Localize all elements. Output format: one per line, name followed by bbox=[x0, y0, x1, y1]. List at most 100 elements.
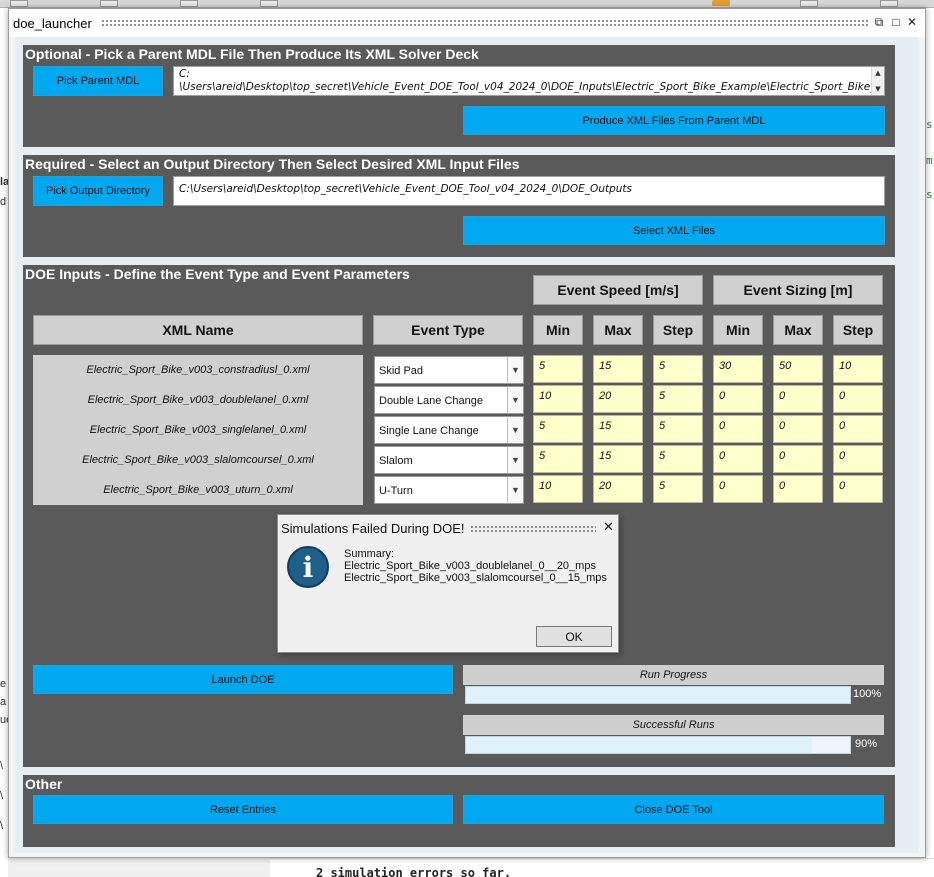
xml-name-cell: Electric_Sport_Bike_v003_slalomcoursel_0… bbox=[33, 445, 363, 475]
sizing-min-input[interactable]: 30 bbox=[713, 355, 763, 383]
chevron-down-icon: ▼ bbox=[511, 455, 520, 465]
event-type-select[interactable]: Skid Pad ▼ bbox=[374, 356, 524, 384]
dialog-message: Summary: Electric_Sport_Bike_v003_double… bbox=[344, 548, 607, 584]
event-type-value: Single Lane Change bbox=[379, 425, 479, 437]
speed-min-input[interactable]: 10 bbox=[533, 475, 583, 503]
select-xml-files-button[interactable]: Select XML Files bbox=[463, 216, 885, 245]
run-progress-percent: 100% bbox=[853, 688, 882, 700]
background-window-toolbar bbox=[0, 0, 934, 8]
produce-xml-button[interactable]: Produce XML Files From Parent MDL bbox=[463, 106, 885, 135]
speed-min-input[interactable]: 5 bbox=[533, 415, 583, 443]
restore-icon[interactable]: ⧉ bbox=[872, 15, 886, 29]
maximize-icon[interactable]: □ bbox=[889, 15, 903, 29]
other-group-title: Other bbox=[25, 776, 63, 792]
event-type-select[interactable]: U-Turn ▼ bbox=[374, 476, 524, 504]
background-toolbar-button bbox=[260, 0, 278, 7]
sizing-step-input[interactable]: 0 bbox=[833, 415, 883, 443]
speed-step-input[interactable]: 5 bbox=[653, 475, 703, 503]
xml-name-list: Electric_Sport_Bike_v003_constradiusl_0.… bbox=[33, 355, 363, 505]
event-type-select[interactable]: Single Lane Change ▼ bbox=[374, 416, 524, 444]
pick-output-directory-button[interactable]: Pick Output Directory bbox=[33, 176, 163, 206]
background-text: \ bbox=[0, 820, 4, 832]
chevron-down-icon: ▼ bbox=[511, 395, 520, 405]
sizing-max-input[interactable]: 50 bbox=[773, 355, 823, 383]
dialog-failed-run: Electric_Sport_Bike_v003_slalomcoursel_0… bbox=[344, 572, 607, 584]
background-text: m bbox=[926, 154, 933, 167]
xml-name-cell: Electric_Sport_Bike_v003_doublelanel_0.x… bbox=[33, 385, 363, 415]
speed-max-input[interactable]: 20 bbox=[593, 385, 643, 413]
sizing-max-header: Max bbox=[773, 315, 823, 345]
run-progress-fill bbox=[466, 687, 850, 703]
dialog-failed-run: Electric_Sport_Bike_v003_doublelanel_0__… bbox=[344, 560, 596, 572]
xml-name-cell: Electric_Sport_Bike_v003_uturn_0.xml bbox=[33, 475, 363, 505]
event-speed-header: Event Speed [m/s] bbox=[533, 275, 703, 305]
speed-max-input[interactable]: 15 bbox=[593, 355, 643, 383]
background-text: s bbox=[926, 188, 933, 201]
dialog-drag-grip[interactable] bbox=[470, 525, 596, 533]
path-scrollbar[interactable]: ▲ ▼ bbox=[871, 67, 884, 95]
close-icon[interactable]: ✕ bbox=[905, 15, 919, 29]
drag-grip[interactable] bbox=[101, 19, 869, 27]
dropdown-button[interactable]: ▼ bbox=[507, 447, 523, 473]
sizing-step-input[interactable]: 0 bbox=[833, 475, 883, 503]
sizing-min-input[interactable]: 0 bbox=[713, 475, 763, 503]
sizing-step-input[interactable]: 0 bbox=[833, 445, 883, 473]
speed-min-input[interactable]: 5 bbox=[533, 445, 583, 473]
sizing-min-header: Min bbox=[713, 315, 763, 345]
background-console-bottom: 2 simulation errors so far. bbox=[270, 858, 934, 877]
speed-step-input[interactable]: 5 bbox=[653, 415, 703, 443]
information-icon: i bbox=[287, 546, 329, 588]
event-type-select[interactable]: Double Lane Change ▼ bbox=[374, 386, 524, 414]
event-sizing-header: Event Sizing [m] bbox=[713, 275, 883, 305]
sizing-max-input[interactable]: 0 bbox=[773, 445, 823, 473]
close-doe-tool-button[interactable]: Close DOE Tool bbox=[463, 795, 884, 824]
dropdown-button[interactable]: ▼ bbox=[507, 477, 523, 503]
chevron-down-icon: ▼ bbox=[511, 365, 520, 375]
window-titlebar[interactable]: doe_launcher ⧉ □ ✕ bbox=[9, 9, 925, 37]
dropdown-button[interactable]: ▼ bbox=[507, 387, 523, 413]
reset-entries-button[interactable]: Reset Entries bbox=[33, 795, 453, 824]
event-type-value: U-Turn bbox=[379, 485, 413, 497]
speed-step-input[interactable]: 5 bbox=[653, 385, 703, 413]
scroll-up-icon[interactable]: ▲ bbox=[874, 69, 882, 77]
xml-name-header: XML Name bbox=[33, 315, 363, 345]
other-group: Other Reset Entries Close DOE Tool bbox=[23, 775, 895, 847]
launch-doe-button[interactable]: Launch DOE bbox=[33, 665, 453, 694]
output-directory-field[interactable]: C:\Users\areid\Desktop\top_secret\Vehicl… bbox=[173, 176, 885, 206]
scroll-down-icon[interactable]: ▼ bbox=[874, 85, 882, 93]
sizing-max-input[interactable]: 0 bbox=[773, 385, 823, 413]
dialog-close-icon[interactable]: ✕ bbox=[603, 519, 614, 535]
background-text: a bbox=[0, 696, 7, 708]
speed-max-input[interactable]: 15 bbox=[593, 445, 643, 473]
dropdown-button[interactable]: ▼ bbox=[507, 357, 523, 383]
ok-button[interactable]: OK bbox=[536, 626, 612, 647]
run-progress-label: Run Progress bbox=[463, 665, 884, 685]
sizing-max-input[interactable]: 0 bbox=[773, 415, 823, 443]
speed-max-input[interactable]: 20 bbox=[593, 475, 643, 503]
speed-step-input[interactable]: 5 bbox=[653, 445, 703, 473]
speed-max-header: Max bbox=[593, 315, 643, 345]
parent-mdl-path-field[interactable]: C: \Users\areid\Desktop\top_secret\Vehic… bbox=[173, 66, 885, 96]
background-text: e bbox=[0, 678, 7, 690]
speed-max-input[interactable]: 15 bbox=[593, 415, 643, 443]
xml-name-cell: Electric_Sport_Bike_v003_singlelanel_0.x… bbox=[33, 415, 363, 445]
sizing-max-input[interactable]: 0 bbox=[773, 475, 823, 503]
pick-parent-mdl-button[interactable]: Pick Parent MDL bbox=[33, 66, 163, 96]
sizing-step-input[interactable]: 10 bbox=[833, 355, 883, 383]
speed-min-header: Min bbox=[533, 315, 583, 345]
dropdown-button[interactable]: ▼ bbox=[507, 417, 523, 443]
dialog-summary-label: Summary: bbox=[344, 548, 395, 560]
background-toolbar-button bbox=[10, 0, 28, 7]
sizing-step-input[interactable]: 0 bbox=[833, 385, 883, 413]
console-output: 2 simulation errors so far. bbox=[316, 866, 512, 877]
speed-step-input[interactable]: 5 bbox=[653, 355, 703, 383]
event-type-value: Slalom bbox=[379, 455, 413, 467]
background-app-icon bbox=[712, 0, 730, 6]
sizing-min-input[interactable]: 0 bbox=[713, 415, 763, 443]
speed-min-input[interactable]: 5 bbox=[533, 355, 583, 383]
sizing-min-input[interactable]: 0 bbox=[713, 385, 763, 413]
optional-group: Optional - Pick a Parent MDL File Then P… bbox=[23, 45, 895, 147]
event-type-select[interactable]: Slalom ▼ bbox=[374, 446, 524, 474]
speed-min-input[interactable]: 10 bbox=[533, 385, 583, 413]
sizing-min-input[interactable]: 0 bbox=[713, 445, 763, 473]
